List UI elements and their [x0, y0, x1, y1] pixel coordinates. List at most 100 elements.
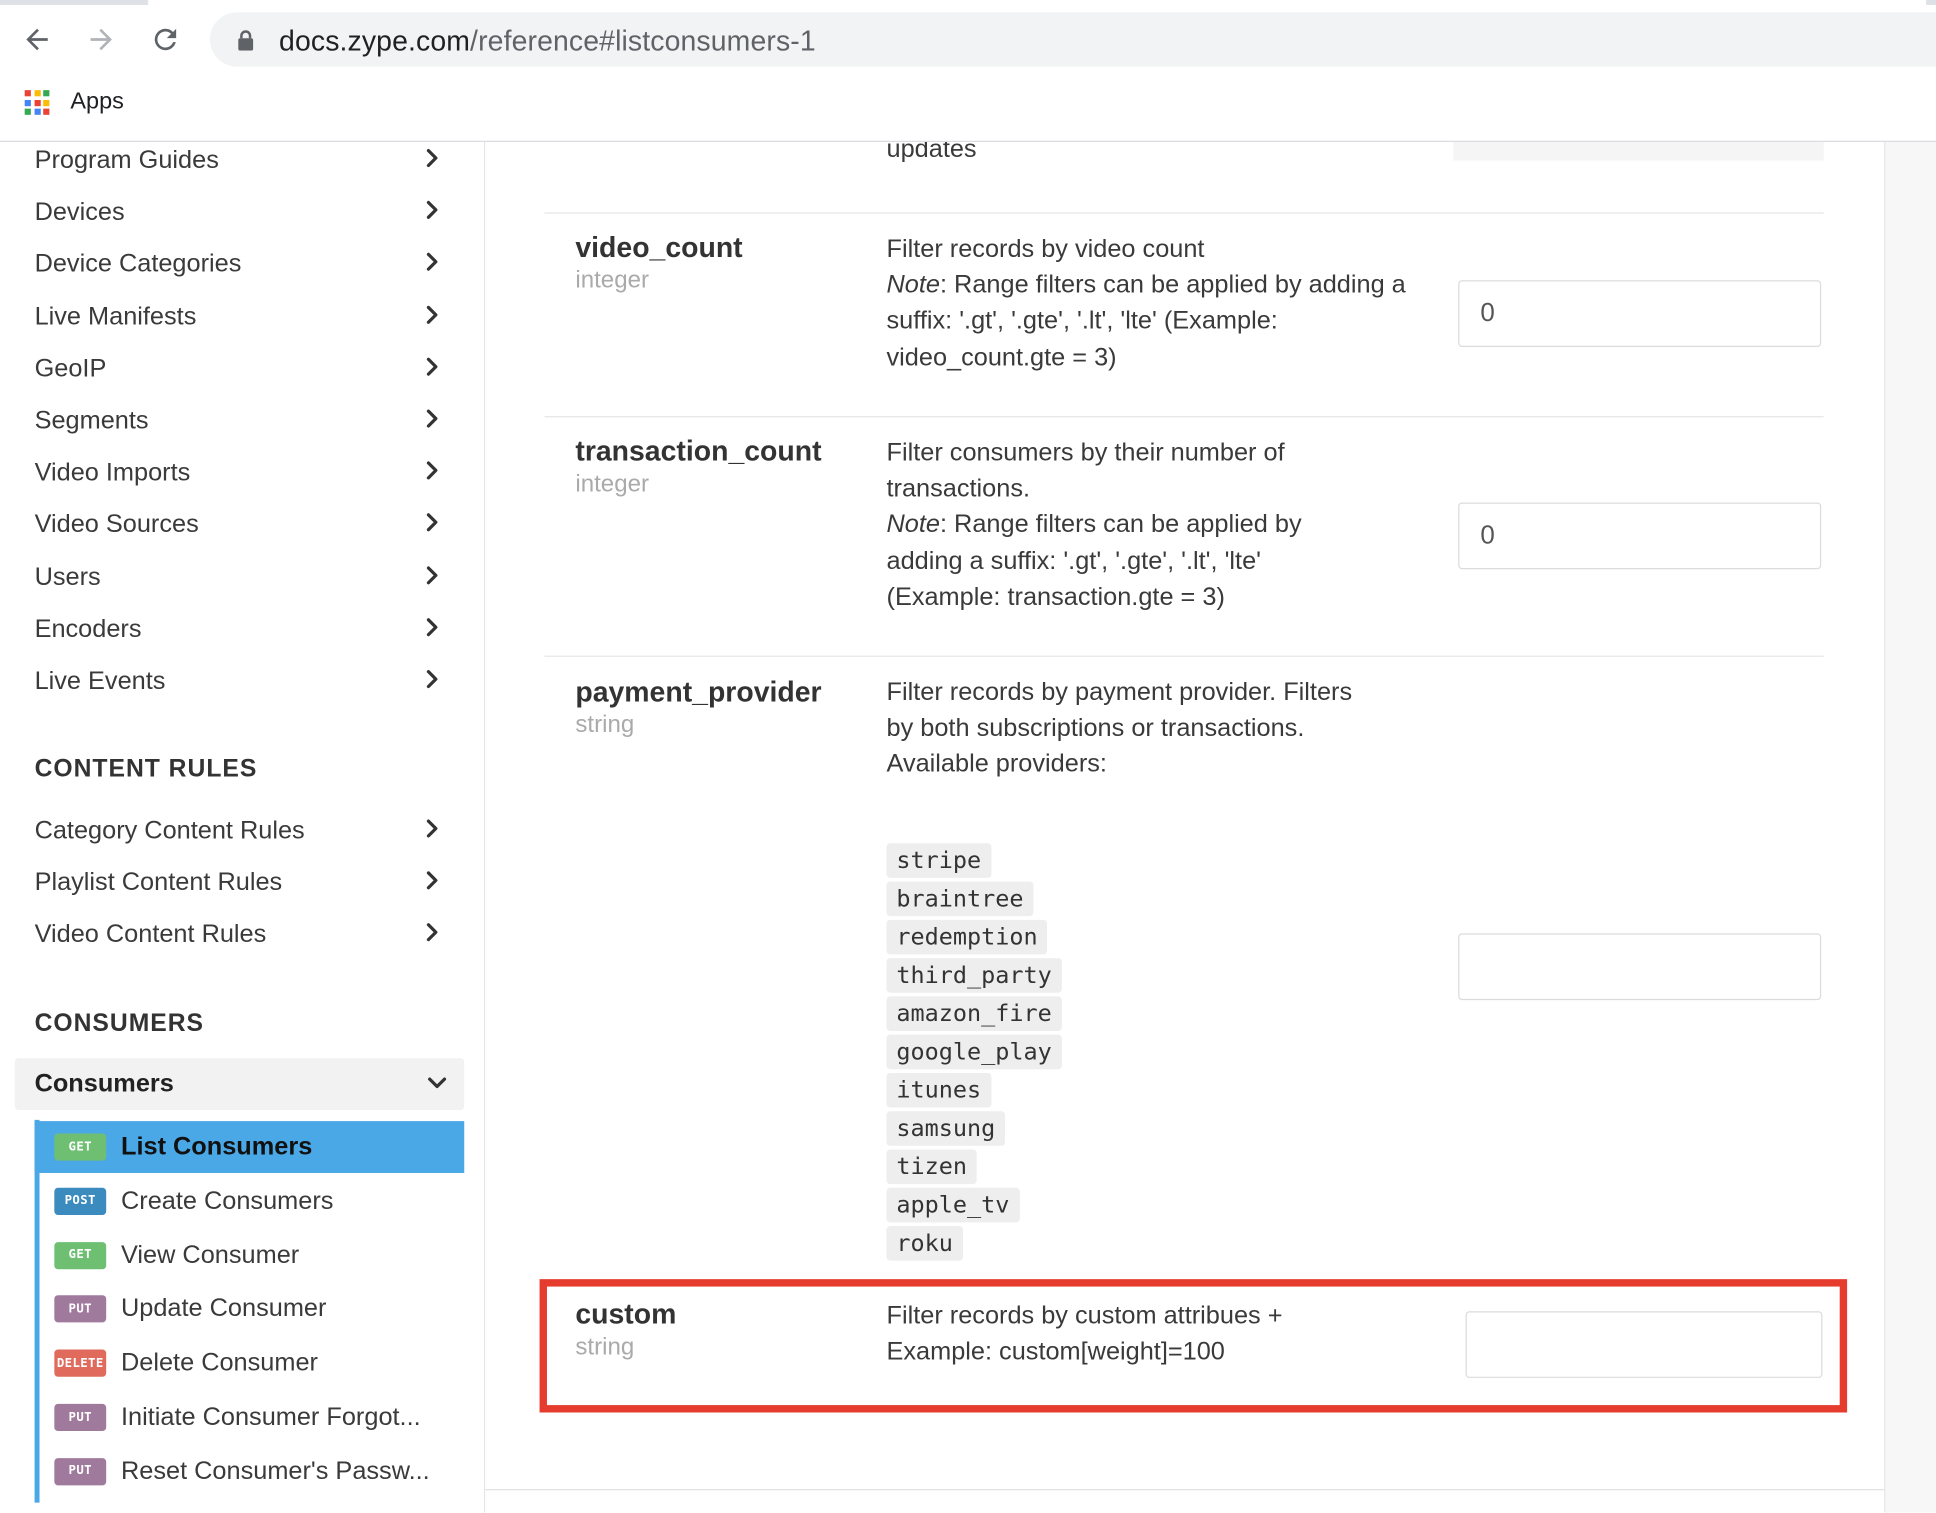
content-bottom-border — [485, 1489, 1885, 1491]
param-name: transaction_count — [575, 434, 822, 467]
row-divider — [544, 212, 1824, 214]
provider-code: tizen — [886, 1149, 977, 1185]
sidebar-item-users[interactable]: Users — [35, 553, 449, 602]
param-type: integer — [575, 266, 649, 294]
sidebar-item-encoders[interactable]: Encoders — [35, 605, 449, 654]
endpoint-list-consumers[interactable]: GET List Consumers — [34, 1121, 465, 1173]
note-label: Note — [886, 510, 940, 539]
chevron-right-icon — [426, 617, 438, 636]
sidebar-group-consumers[interactable]: Consumers — [14, 1058, 465, 1110]
sidebar-item-geoip[interactable]: GeoIP — [35, 344, 449, 393]
endpoint-label: List Consumers — [121, 1132, 313, 1161]
provider-code: apple_tv — [886, 1187, 1020, 1223]
sidebar-item-video-content-rules[interactable]: Video Content Rules — [35, 910, 449, 959]
sidebar-item-playlist-content-rules[interactable]: Playlist Content Rules — [35, 858, 449, 907]
sidebar-item-live-manifests[interactable]: Live Manifests — [35, 292, 449, 341]
endpoint-label: Delete Consumer — [121, 1348, 318, 1377]
method-badge: PUT — [54, 1295, 107, 1323]
scroll-gutter[interactable] — [1884, 141, 1936, 1513]
chevron-right-icon — [426, 201, 438, 220]
sidebar-item-video-sources[interactable]: Video Sources — [35, 501, 449, 550]
docs-page: Program Guides Devices Device Categories Li… — [0, 141, 1936, 1513]
sidebar-item-segments[interactable]: Segments — [35, 396, 449, 445]
param-type: string — [575, 711, 635, 739]
back-button[interactable] — [15, 17, 59, 61]
sidebar-item-video-imports[interactable]: Video Imports — [35, 448, 449, 497]
endpoint-view-consumer[interactable]: GET View Consumer — [35, 1229, 465, 1281]
provider-code: amazon_fire — [886, 996, 1062, 1031]
endpoint-create-consumers[interactable]: POST Create Consumers — [35, 1175, 465, 1227]
sidebar-item-label: Devices — [34, 197, 125, 227]
param-type: integer — [575, 470, 649, 498]
provider-code: stripe — [886, 843, 992, 878]
sidebar-item-devices[interactable]: Devices — [35, 188, 449, 237]
endpoint-label: View Consumer — [121, 1240, 300, 1269]
chevron-right-icon — [426, 923, 438, 942]
note-text: : Range filters can be applied by adding… — [886, 270, 1406, 372]
tab-strip — [0, 0, 1936, 5]
param-description: Filter consumers by their number of tran… — [887, 435, 1381, 615]
chevron-right-icon — [426, 357, 438, 376]
endpoint-delete-consumer[interactable]: DELETE Delete Consumer — [35, 1337, 465, 1389]
endpoint-label: Update Consumer — [121, 1294, 327, 1323]
sidebar-item-program-guides[interactable]: Program Guides — [35, 142, 449, 185]
previous-param-desc-tail: updates — [886, 141, 977, 163]
note-text: : Range filters can be applied by adding… — [886, 510, 1302, 611]
provider-code: google_play — [886, 1034, 1062, 1070]
sidebar-item-label: Video Content Rules — [34, 920, 267, 949]
endpoint-initiate-consumer-forgot[interactable]: PUT Initiate Consumer Forgot... — [35, 1392, 465, 1444]
chevron-right-icon — [426, 461, 438, 480]
sidebar-item-label: Users — [34, 562, 101, 591]
apps-bookmark[interactable]: Apps — [70, 89, 123, 116]
chevron-right-icon — [426, 670, 438, 689]
provider-code: braintree — [886, 881, 1034, 917]
provider-code: roku — [886, 1226, 963, 1261]
apps-grid-icon[interactable] — [24, 90, 50, 115]
chevron-down-icon — [428, 1077, 447, 1089]
consumers-heading: CONSUMERS — [34, 1009, 204, 1038]
chevron-right-icon — [426, 149, 438, 168]
param-description: Filter records by payment provider. Filt… — [887, 674, 1356, 782]
method-badge: DELETE — [54, 1349, 107, 1377]
forward-arrow-icon — [90, 28, 112, 51]
provider-list: stripe braintree redemption third_party amaz… — [886, 843, 1062, 1264]
desc-text: Filter consumers by their number of tran… — [886, 438, 1285, 503]
reload-button[interactable] — [143, 17, 187, 61]
param-description: Filter records by video count Note: Rang… — [887, 231, 1418, 375]
endpoint-label: Create Consumers — [121, 1186, 334, 1215]
desc-available: Available providers: — [886, 749, 1107, 779]
row-divider — [544, 655, 1824, 657]
chevron-right-icon — [426, 305, 438, 324]
payment-provider-input[interactable] — [1458, 933, 1822, 1001]
browser-toolbar: docs.zype.com/reference#listconsumers-1 — [0, 0, 1936, 80]
previous-param-field[interactable] — [1453, 141, 1824, 161]
chevron-right-icon — [426, 565, 438, 584]
endpoint-update-consumer[interactable]: PUT Update Consumer — [35, 1283, 465, 1335]
sidebar-item-label: Video Imports — [34, 458, 191, 487]
provider-code: redemption — [886, 919, 1048, 955]
sidebar-item-category-content-rules[interactable]: Category Content Rules — [35, 806, 449, 855]
sidebar-item-label: Device Categories — [34, 249, 242, 279]
transaction-count-input[interactable] — [1458, 502, 1822, 570]
provider-code: third_party — [886, 958, 1062, 993]
method-badge: PUT — [54, 1403, 107, 1432]
sidebar-item-label: Program Guides — [34, 145, 219, 175]
content-rules-heading: CONTENT RULES — [34, 755, 258, 783]
sidebar-item-label: Live Events — [34, 666, 166, 696]
chevron-right-icon — [426, 819, 438, 838]
sidebar-group-label: Consumers — [34, 1069, 174, 1098]
endpoint-reset-consumer-s-passw[interactable]: PUT Reset Consumer's Passw... — [35, 1446, 465, 1498]
back-arrow-icon — [26, 28, 48, 51]
method-badge: POST — [54, 1187, 107, 1215]
active-tab[interactable] — [148, 0, 1927, 5]
reload-icon — [154, 28, 177, 51]
sidebar-item-label: Video Sources — [34, 510, 199, 539]
chevron-right-icon — [426, 871, 438, 890]
forward-button[interactable] — [79, 17, 123, 61]
sidebar-item-live-events[interactable]: Live Events — [35, 657, 449, 706]
sidebar-item-device-categories[interactable]: Device Categories — [35, 240, 449, 289]
video-count-input[interactable] — [1458, 280, 1822, 347]
provider-code: samsung — [886, 1111, 1006, 1146]
address-bar[interactable]: docs.zype.com/reference#listconsumers-1 — [209, 12, 1936, 67]
sidebar-item-label: GeoIP — [34, 354, 107, 383]
